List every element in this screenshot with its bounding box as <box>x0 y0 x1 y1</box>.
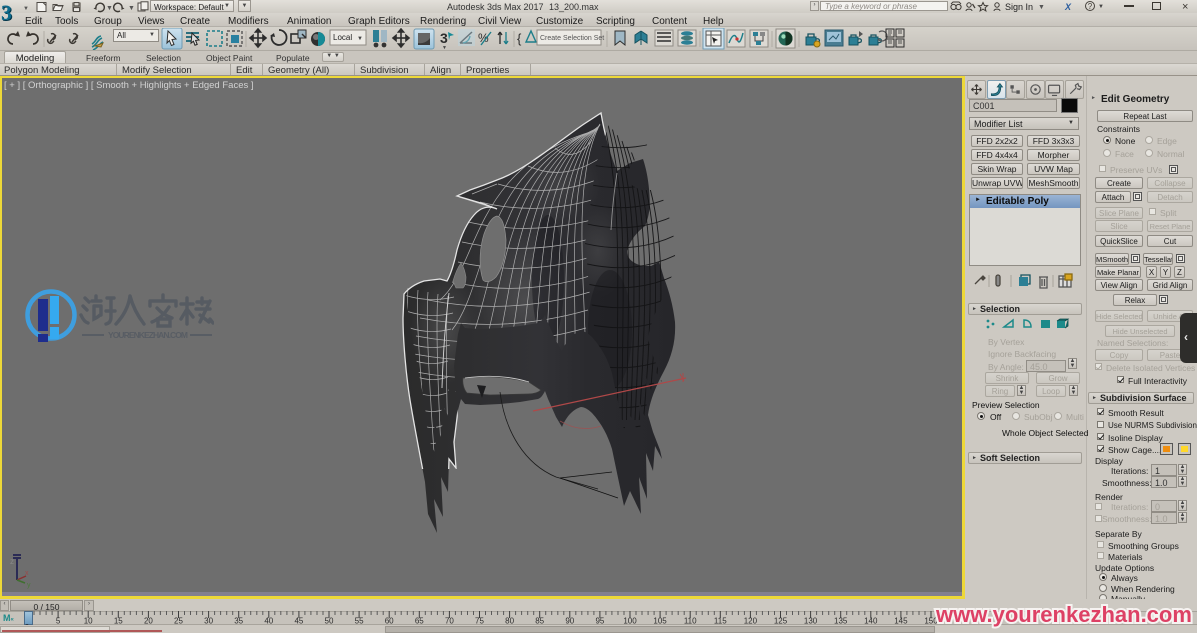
svg-text:15: 15 <box>114 617 123 626</box>
svg-text:30: 30 <box>204 617 213 626</box>
svg-text:20: 20 <box>144 617 153 626</box>
svg-text:55: 55 <box>355 617 364 626</box>
svg-text:45: 45 <box>294 617 303 626</box>
svg-text:75: 75 <box>475 617 484 626</box>
svg-text:100: 100 <box>623 617 637 626</box>
svg-text:▼: ▼ <box>442 45 447 50</box>
svg-text:25: 25 <box>174 617 183 626</box>
svg-text:95: 95 <box>595 617 604 626</box>
svg-text:90: 90 <box>565 617 574 626</box>
svg-text:▼: ▼ <box>106 5 113 12</box>
svg-text:35: 35 <box>234 617 243 626</box>
svg-text:{: { <box>517 31 522 46</box>
svg-text:Local: Local <box>333 33 352 42</box>
svg-text:5: 5 <box>56 617 61 626</box>
svg-text:Sign In: Sign In <box>1005 2 1033 12</box>
svg-text:130: 130 <box>804 617 818 626</box>
svg-text:70: 70 <box>445 617 454 626</box>
svg-text:10: 10 <box>84 617 93 626</box>
svg-text:125: 125 <box>774 617 788 626</box>
svg-text:85: 85 <box>535 617 544 626</box>
svg-text:80: 80 <box>505 617 514 626</box>
svg-text:%: % <box>478 31 489 45</box>
svg-text:145: 145 <box>894 617 908 626</box>
svg-text:115: 115 <box>714 617 727 626</box>
svg-text:Create Selection Set: Create Selection Set <box>540 35 604 42</box>
svg-text:140: 140 <box>864 617 878 626</box>
svg-text:▼: ▼ <box>357 36 363 42</box>
svg-text:135: 135 <box>834 617 848 626</box>
svg-text:60: 60 <box>385 617 394 626</box>
svg-text:65: 65 <box>415 617 424 626</box>
svg-text:40: 40 <box>264 617 273 626</box>
svg-text:▼: ▼ <box>128 5 135 12</box>
svg-text:▼: ▼ <box>1038 4 1045 11</box>
svg-text:50: 50 <box>325 617 334 626</box>
svg-text:3: 3 <box>440 30 448 46</box>
svg-text:105: 105 <box>653 617 667 626</box>
svg-text:120: 120 <box>744 617 758 626</box>
svg-text:110: 110 <box>684 617 697 626</box>
